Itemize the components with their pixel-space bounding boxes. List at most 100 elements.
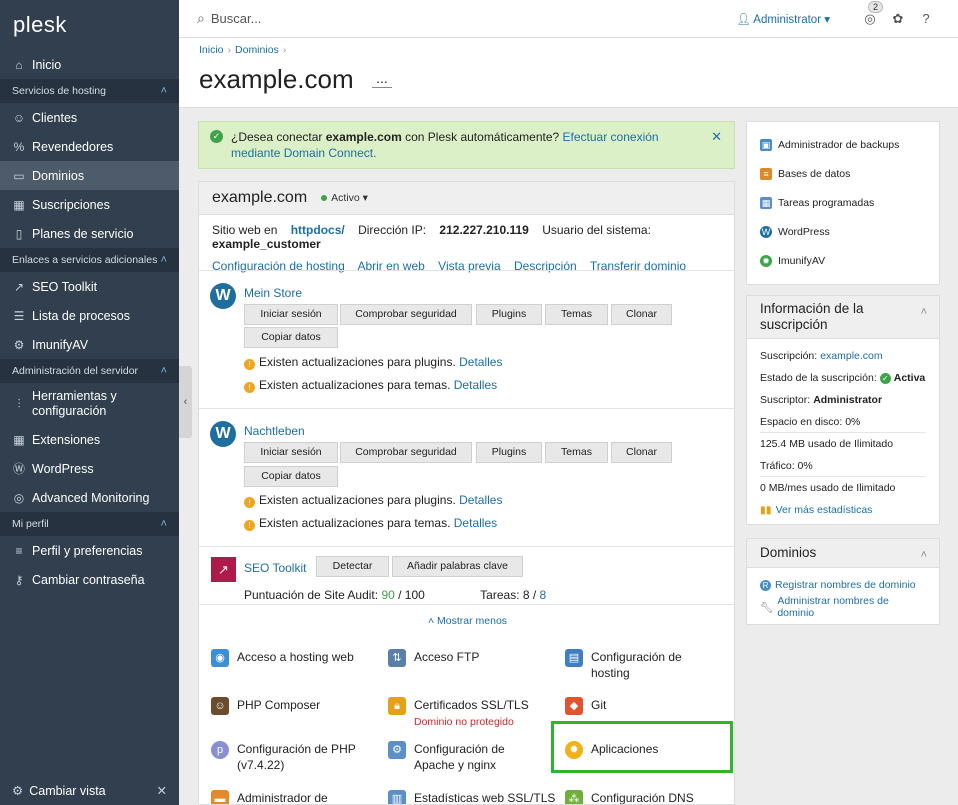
more-stats-link[interactable]: ▮▮ Ver más estadísticas (747, 499, 939, 521)
sidebar-item-label: Cambiar contraseña (32, 572, 145, 587)
tool-git[interactable]: ◆ Git (565, 697, 721, 715)
change-view[interactable]: ⚙ Cambiar vista ✕ (0, 775, 179, 805)
sidebar-item-planes-de-servicio[interactable]: ▯ Planes de servicio (0, 219, 179, 248)
plugins-button[interactable]: Plugins (476, 442, 542, 463)
wordpress-icon: W (210, 283, 236, 309)
imunifyav-link[interactable]: ✹ ImunifyAV (747, 246, 939, 275)
copy-data-button[interactable]: Copiar datos (244, 466, 338, 487)
composer-icon: ☺ (211, 697, 229, 715)
close-icon[interactable]: ✕ (157, 783, 167, 798)
tool-web-statistics[interactable]: ▥ Estadísticas web SSL/TLS (388, 790, 564, 804)
details-link[interactable]: Detalles (459, 355, 502, 369)
details-link[interactable]: Detalles (459, 493, 502, 507)
sidebar-item-lista-de-procesos[interactable]: ☰ Lista de procesos (0, 301, 179, 330)
check-security-button[interactable]: Comprobar seguridad (340, 304, 472, 325)
notifications-icon[interactable]: ◎ 2 (862, 0, 884, 27)
sidebar-item-label: Clientes (32, 110, 78, 125)
sidebar-item-dominios[interactable]: ▭ Dominios (0, 161, 179, 190)
details-link[interactable]: Detalles (454, 516, 497, 530)
themes-button[interactable]: Temas (545, 442, 608, 463)
plugins-button[interactable]: Plugins (476, 304, 542, 325)
status-badge[interactable]: Activo ▾ (321, 192, 368, 204)
app-name-link[interactable]: Mein Store (244, 286, 302, 300)
sidebar-item-perfil-y-preferencias[interactable]: ≡ Perfil y preferencias (0, 536, 179, 565)
community-icon[interactable]: ✿ (890, 11, 906, 27)
more-actions-button[interactable]: ... (372, 71, 392, 88)
breadcrumb-domains[interactable]: Dominios (235, 44, 279, 56)
add-keywords-button[interactable]: Añadir palabras clave (392, 556, 523, 577)
notice-text-after: con Plesk automáticamente? (401, 130, 563, 144)
clone-button[interactable]: Clonar (611, 442, 672, 463)
tool-hosting-settings[interactable]: ▤ Configuración de hosting (565, 649, 721, 681)
dns-icon: ⁂ (565, 790, 583, 804)
show-less-link[interactable]: ˄ Mostrar menos (199, 615, 734, 627)
sidebar-item-extensiones[interactable]: ▦ Extensiones (0, 425, 179, 454)
site-path-link[interactable]: httpdocs/ (291, 223, 345, 237)
applications-highlight (551, 721, 733, 773)
sidebar-item-clientes[interactable]: ☺ Clientes (0, 103, 179, 132)
user-icon: 👤︎ (736, 13, 751, 26)
tool-dns-settings[interactable]: ⁂ Configuración DNS (565, 790, 721, 804)
list-icon: ☰ (13, 308, 25, 323)
sidebar-item-seo-toolkit[interactable]: ↗ SEO Toolkit (0, 272, 179, 301)
search-box[interactable]: ⌕ Buscar... (197, 10, 261, 27)
login-button[interactable]: Iniciar sesión (244, 304, 338, 325)
nav-section-header[interactable]: Enlaces a servicios adicionales ˄ (0, 248, 179, 272)
details-link[interactable]: Detalles (454, 378, 497, 392)
notice-close-icon[interactable]: ✕ (711, 129, 722, 145)
user-menu[interactable]: 👤︎ Administrator ▾ (736, 12, 830, 26)
sidebar-item-label: Inicio (32, 57, 62, 72)
wordpress-link[interactable]: W WordPress (747, 217, 939, 246)
copy-data-button[interactable]: Copiar datos (244, 327, 338, 348)
site-audit-score: Puntuación de Site Audit: 90 / 100 Tarea… (244, 588, 546, 602)
tool-apache-nginx[interactable]: ⚙ Configuración de Apache y nginx (388, 741, 544, 773)
sidebar-item-suscripciones[interactable]: ▦ Suscripciones (0, 190, 179, 219)
tasks-link[interactable]: 8 (540, 588, 547, 602)
login-button[interactable]: Iniciar sesión (244, 442, 338, 463)
tool-php-composer[interactable]: ☺ PHP Composer (211, 697, 377, 715)
sidebar-item-cambiar-contrase-a[interactable]: ⚷ Cambiar contraseña (0, 565, 179, 594)
wordpress-app-mein-store: W Mein Store Iniciar sesión Comprobar se… (199, 270, 734, 408)
subscription-info-header[interactable]: Información de la suscripción ˄ (747, 296, 939, 339)
sidebar-item-advanced-monitoring[interactable]: ◎ Advanced Monitoring (0, 483, 179, 512)
detect-button[interactable]: Detectar (316, 556, 389, 577)
register-domains-link[interactable]: R Registrar nombres de dominio (747, 574, 939, 596)
warning-icon: ! (244, 382, 255, 393)
breadcrumb-home[interactable]: Inicio (199, 44, 224, 56)
warning-text: Existen actualizaciones para temas. (259, 516, 454, 530)
tool-web-hosting-access[interactable]: ◉ Acceso a hosting web (211, 649, 377, 667)
help-icon[interactable]: ? (918, 11, 934, 27)
search-input[interactable]: Buscar... (211, 11, 262, 26)
seo-toolkit-link[interactable]: SEO Toolkit (244, 561, 306, 575)
subscription-link[interactable]: example.com (820, 350, 882, 362)
tool-php-settings[interactable]: p Configuración de PHP (v7.4.22) (211, 741, 377, 773)
databases-link[interactable]: ≡ Bases de datos (747, 159, 939, 188)
tool-ssl-certificates[interactable]: 🔒︎ Certificados SSL/TLS Dominio no protegi… (388, 697, 544, 730)
manage-domains-link[interactable]: 🔧︎ Administrar nombres de dominio (747, 595, 939, 619)
plesk-logo[interactable]: plesk (0, 0, 179, 50)
sidebar-collapse-handle[interactable]: ‹ (179, 366, 192, 438)
nav-section-header[interactable]: Servicios de hosting ˄ (0, 79, 179, 103)
sidebar-item-herramientas-y-configuraci-n[interactable]: ⫶ Herramientas y configuración (0, 383, 179, 425)
check-security-button[interactable]: Comprobar seguridad (340, 442, 472, 463)
themes-button[interactable]: Temas (545, 304, 608, 325)
sidebar-item-wordpress[interactable]: Ⓦ WordPress (0, 454, 179, 483)
chevron-up-icon: ˄ (920, 549, 927, 561)
app-name-link[interactable]: Nachtleben (244, 424, 305, 438)
domains-box: Dominios ˄ R Registrar nombres de dominio … (746, 538, 940, 625)
sidebar-item-inicio[interactable]: ⌂ Inicio (0, 50, 179, 79)
sidebar-item-imunifyav[interactable]: ⚙ ImunifyAV (0, 330, 179, 359)
clone-button[interactable]: Clonar (611, 304, 672, 325)
nav-section-header[interactable]: Mi perfil ˄ (0, 512, 179, 536)
scheduled-tasks-link[interactable]: ▦ Tareas programadas (747, 188, 939, 217)
nav-section-label: Enlaces a servicios adicionales (12, 254, 158, 266)
nav-section-header[interactable]: Administración del servidor ˄ (0, 359, 179, 383)
warning-icon: ! (244, 359, 255, 370)
tool-ftp-access[interactable]: ⇅ Acceso FTP (388, 649, 544, 667)
domains-box-header[interactable]: Dominios ˄ (747, 539, 939, 568)
tool-file-manager[interactable]: ▬ Administrador de (211, 790, 377, 804)
sidebar-item-revendedores[interactable]: % Revendedores (0, 132, 179, 161)
backup-manager-link[interactable]: ▣ Administrador de backups (747, 130, 939, 159)
wordpress-icon: W (210, 421, 236, 447)
change-view-label: Cambiar vista (29, 783, 106, 798)
